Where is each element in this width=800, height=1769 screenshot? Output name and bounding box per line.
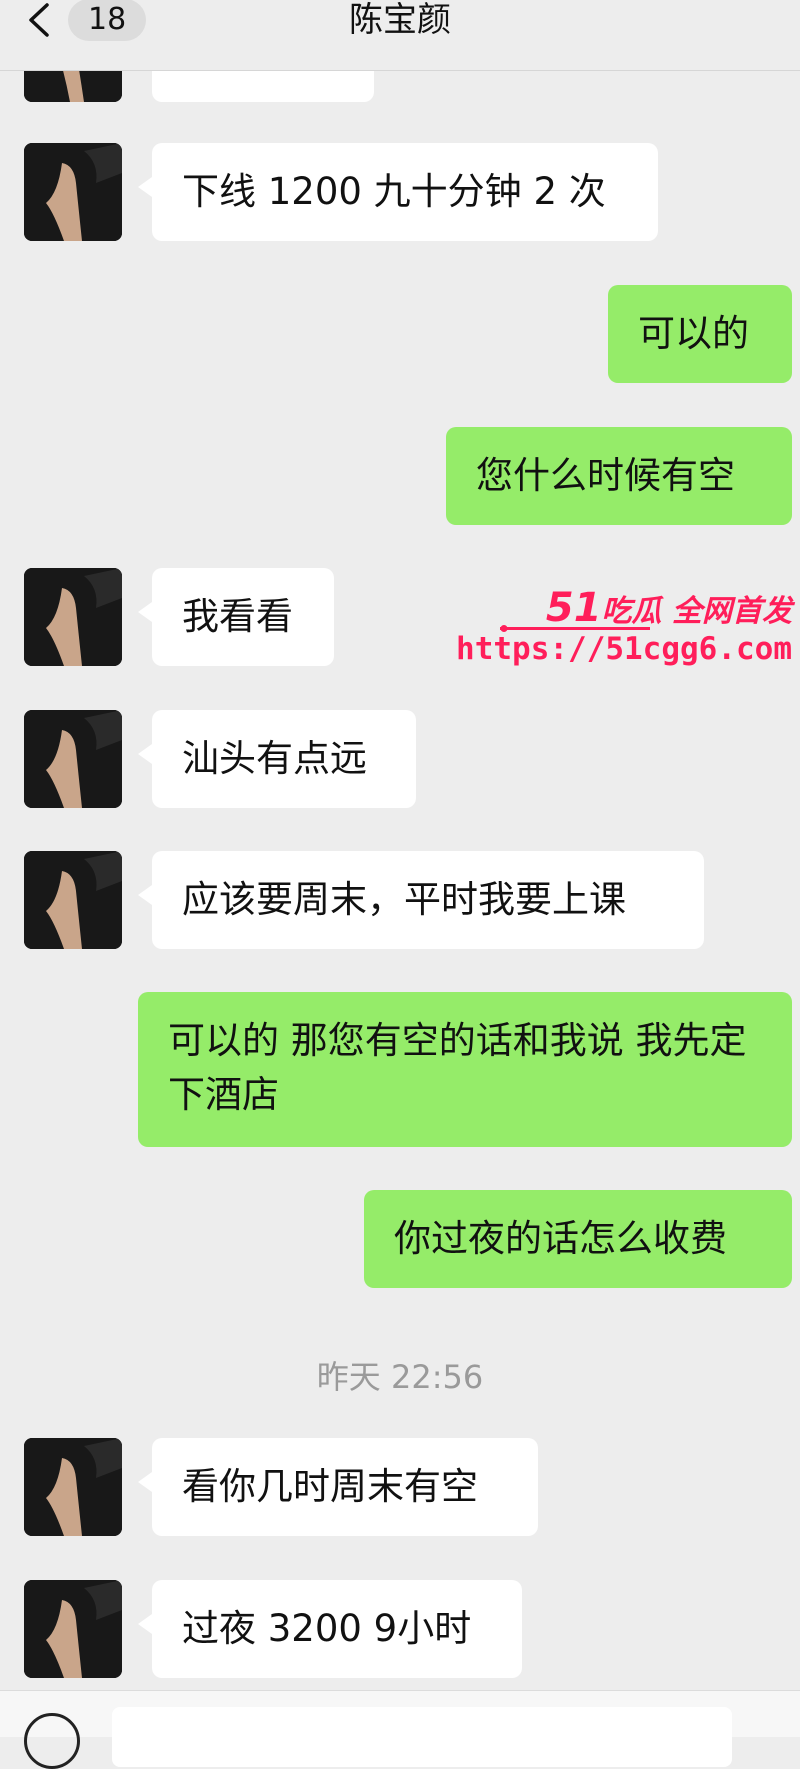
input-bar xyxy=(0,1690,800,1769)
chat-title: 陈宝颜 xyxy=(349,0,451,40)
watermark-logo-text: 吃瓜 全网首发 xyxy=(601,594,792,629)
message-bubble[interactable]: 你过夜的话怎么收费 xyxy=(364,1190,792,1288)
message-input[interactable] xyxy=(112,1707,732,1767)
watermark-logo-number: 51 xyxy=(545,585,602,631)
chat-header: 18 陈宝颜 xyxy=(0,0,800,71)
avatar[interactable] xyxy=(24,143,122,241)
message-bubble[interactable]: 汕头有点远 xyxy=(138,710,416,808)
message-bubble[interactable]: 看你几时周末有空 xyxy=(138,1438,538,1536)
avatar[interactable] xyxy=(24,851,122,949)
time-divider: 昨天 22:56 xyxy=(316,1358,484,1396)
message-bubble[interactable]: 过夜 3200 9小时 xyxy=(138,1580,522,1678)
message-bubble[interactable]: 应该要周末，平时我要上课 xyxy=(138,851,704,949)
avatar[interactable] xyxy=(24,1580,122,1678)
avatar[interactable] xyxy=(24,568,122,666)
message-bubble[interactable]: 可以的 那您有空的话和我说 我先定下酒店 xyxy=(138,992,792,1147)
avatar[interactable] xyxy=(24,1438,122,1536)
voice-input-icon[interactable] xyxy=(24,1713,80,1769)
avatar[interactable] xyxy=(24,710,122,808)
message-bubble[interactable]: 可以的 xyxy=(608,285,792,383)
message-bubble[interactable]: 您什么时候有空 xyxy=(446,427,792,525)
watermark: 51吃瓜 全网首发 https://51cgg6.com xyxy=(456,585,800,675)
message-bubble[interactable]: 我看看 xyxy=(138,568,334,666)
chat-area[interactable]: 下线 1200 九十分钟 2 次 可以的 您什么时候有空 我看看 汕头有点远 应… xyxy=(0,0,800,1736)
watermark-logo: 51吃瓜 全网首发 xyxy=(546,585,792,631)
watermark-url: https://51cgg6.com xyxy=(456,631,792,667)
message-bubble[interactable]: 下线 1200 九十分钟 2 次 xyxy=(138,143,658,241)
